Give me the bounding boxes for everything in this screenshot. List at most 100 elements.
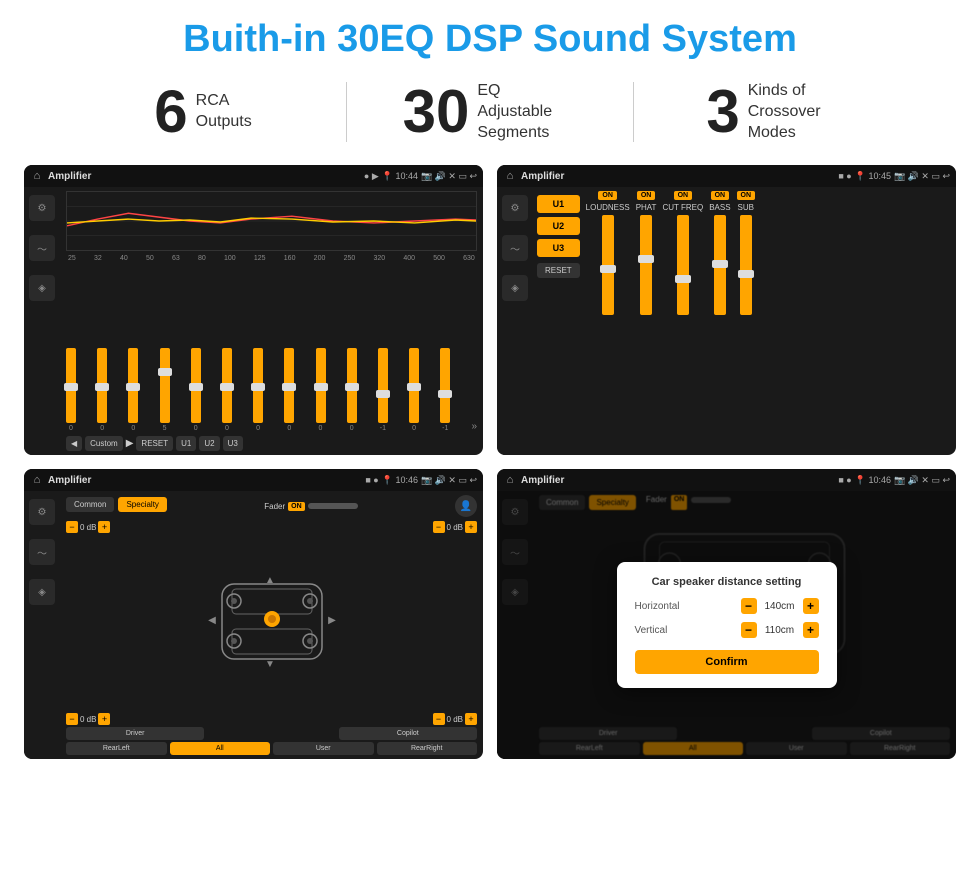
stat-number-crossover: 3 — [706, 82, 739, 142]
spk-eq-icon[interactable]: ⚙ — [29, 499, 55, 525]
spk-tabs: Common Specialty — [66, 497, 167, 512]
eq-slider-3[interactable]: 0 — [128, 348, 138, 432]
horizontal-label: Horizontal — [635, 601, 680, 612]
dialog-box: Car speaker distance setting Horizontal … — [617, 562, 837, 688]
spk-speaker-icon[interactable]: ◈ — [29, 579, 55, 605]
eq-slider-9[interactable]: 0 — [316, 348, 326, 432]
eq-content: ⚙ 〜 ◈ — [24, 187, 483, 455]
eq-screen-title: Amplifier — [48, 171, 360, 182]
amp-wave-icon[interactable]: 〜 — [502, 235, 528, 261]
dlg-status-bar: ⌂ Amplifier ■ ● 📍 10:46 📷 🔊 ✕ ▭ ↩ — [497, 469, 956, 491]
sub-label: SUB — [738, 203, 754, 212]
eq-slider-8[interactable]: 0 — [284, 348, 294, 432]
all-btn[interactable]: All — [170, 742, 271, 755]
eq-prev-btn[interactable]: ◀ — [66, 436, 82, 451]
db-rr-plus[interactable]: + — [465, 713, 477, 725]
rearright-btn[interactable]: RearRight — [377, 742, 478, 755]
stat-crossover: 3 Kinds of Crossover Modes — [634, 81, 920, 143]
svg-text:▼: ▼ — [265, 659, 275, 670]
fader-slider[interactable] — [308, 503, 358, 509]
eq-slider-10[interactable]: 0 — [347, 348, 357, 432]
fader-label: Fader — [264, 502, 285, 511]
eq-main-area: 253240506380100125160200250320400500630 … — [60, 187, 483, 455]
horizontal-value: 140cm — [761, 601, 799, 612]
stat-number-eq: 30 — [403, 82, 470, 142]
stat-eq: 30 EQ Adjustable Segments — [347, 81, 633, 143]
fader-on-badge: ON — [288, 502, 305, 511]
stats-row: 6 RCA Outputs 30 EQ Adjustable Segments … — [0, 71, 980, 157]
eq-icon[interactable]: ⚙ — [29, 195, 55, 221]
amp-reset-btn[interactable]: RESET — [537, 263, 580, 278]
amp-screen-title: Amplifier — [521, 171, 834, 182]
eq-custom-btn[interactable]: Custom — [85, 436, 123, 451]
db-fr-minus[interactable]: − — [433, 521, 445, 533]
bass-label: BASS — [709, 203, 730, 212]
speaker-icon[interactable]: ◈ — [29, 275, 55, 301]
db-rl-plus[interactable]: + — [98, 713, 110, 725]
amp-eq-icon[interactable]: ⚙ — [502, 195, 528, 221]
db-fl-plus[interactable]: + — [98, 521, 110, 533]
preset-u2[interactable]: U2 — [537, 217, 580, 235]
eq-slider-13[interactable]: -1 — [440, 348, 450, 432]
eq-reset-btn[interactable]: RESET — [136, 436, 173, 451]
common-tab[interactable]: Common — [66, 497, 114, 512]
page-title: Buith-in 30EQ DSP Sound System — [0, 0, 980, 71]
eq-u3-btn[interactable]: U3 — [223, 436, 243, 451]
eq-slider-7[interactable]: 0 — [253, 348, 263, 432]
horizontal-plus[interactable]: + — [803, 598, 819, 614]
vertical-label: Vertical — [635, 625, 668, 636]
driver-btn[interactable]: Driver — [66, 727, 204, 740]
home-icon[interactable]: ⌂ — [30, 169, 44, 183]
eq-slider-4[interactable]: 5 — [160, 348, 170, 432]
copilot-btn[interactable]: Copilot — [339, 727, 477, 740]
horizontal-minus[interactable]: − — [741, 598, 757, 614]
db-fr-plus[interactable]: + — [465, 521, 477, 533]
eq-slider-6[interactable]: 0 — [222, 348, 232, 432]
stat-label-rca: RCA Outputs — [196, 91, 252, 133]
db-fl-minus[interactable]: − — [66, 521, 78, 533]
cutfreq-label: CUT FREQ — [662, 203, 703, 212]
confirm-button[interactable]: Confirm — [635, 650, 819, 674]
amp-side-icons: ⚙ 〜 ◈ — [497, 187, 533, 455]
amp-content: ⚙ 〜 ◈ U1 U2 U3 RESET ON LOUDNESS — [497, 187, 956, 455]
vertical-row: Vertical − 110cm + — [635, 622, 819, 638]
preset-u1[interactable]: U1 — [537, 195, 580, 213]
home-icon-2[interactable]: ⌂ — [503, 169, 517, 183]
eq-u1-btn[interactable]: U1 — [176, 436, 196, 451]
eq-slider-12[interactable]: 0 — [409, 348, 419, 432]
home-icon-4[interactable]: ⌂ — [503, 473, 517, 487]
eq-sliders: 0 0 0 5 0 — [66, 266, 477, 432]
vertical-minus[interactable]: − — [741, 622, 757, 638]
phat-on: ON — [637, 191, 656, 200]
user-btn[interactable]: User — [273, 742, 374, 755]
spk-wave-icon[interactable]: 〜 — [29, 539, 55, 565]
db-rl-minus[interactable]: − — [66, 713, 78, 725]
eq-slider-14: » — [471, 421, 477, 432]
eq-slider-2[interactable]: 0 — [97, 348, 107, 432]
rearleft-btn[interactable]: RearLeft — [66, 742, 167, 755]
svg-text:◀: ◀ — [208, 615, 216, 626]
eq-slider-1[interactable]: 0 — [66, 348, 76, 432]
settings-icon[interactable]: 👤 — [455, 495, 477, 517]
eq-u2-btn[interactable]: U2 — [199, 436, 219, 451]
specialty-tab[interactable]: Specialty — [118, 497, 166, 512]
amp-speaker-icon[interactable]: ◈ — [502, 275, 528, 301]
car-layout-area: ▲ ▼ ◀ ▶ — [66, 535, 477, 713]
eq-slider-5[interactable]: 0 — [191, 348, 201, 432]
db-ctrl-rr: − 0 dB + — [433, 713, 477, 725]
dialog-content: ⚙ 〜 ◈ Common Specialty Fader ON — [497, 491, 956, 759]
eq-screen: ⌂ Amplifier ● ▶ 📍 10:44 📷 🔊 ✕ ▭ ↩ ⚙ 〜 ◈ — [24, 165, 483, 455]
wave-icon[interactable]: 〜 — [29, 235, 55, 261]
home-icon-3[interactable]: ⌂ — [30, 473, 44, 487]
eq-slider-11[interactable]: -1 — [378, 348, 388, 432]
db-rr-minus[interactable]: − — [433, 713, 445, 725]
preset-u3[interactable]: U3 — [537, 239, 580, 257]
dlg-screen-title: Amplifier — [521, 475, 834, 486]
eq-graph — [66, 191, 477, 251]
eq-play-btn[interactable]: ▶ — [126, 438, 134, 449]
phat-label: PHAT — [636, 203, 657, 212]
spk-main-area: Common Specialty Fader ON 👤 − — [60, 491, 483, 759]
speaker-screen: ⌂ Amplifier ■ ● 📍 10:46 📷 🔊 ✕ ▭ ↩ ⚙ 〜 ◈ … — [24, 469, 483, 759]
vertical-plus[interactable]: + — [803, 622, 819, 638]
db-ctrl-rl: − 0 dB + — [66, 713, 110, 725]
